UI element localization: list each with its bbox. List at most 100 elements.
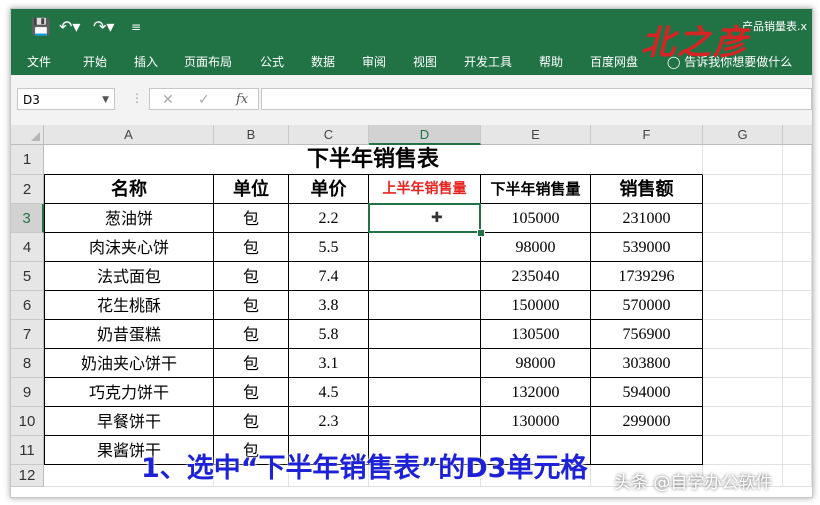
cell-h11[interactable]	[783, 436, 812, 465]
data-cell-b7[interactable]: 包	[214, 320, 289, 349]
data-cell-f5[interactable]: 1739296	[591, 262, 703, 291]
enter-icon[interactable]: ✓	[198, 89, 210, 111]
data-cell-b10[interactable]: 包	[214, 407, 289, 436]
data-cell-c5[interactable]: 7.4	[289, 262, 369, 291]
tab-page-layout[interactable]: 页面布局	[184, 53, 232, 70]
tab-insert[interactable]: 插入	[134, 53, 158, 70]
data-cell-f7[interactable]: 756900	[591, 320, 703, 349]
data-cell-d4[interactable]	[369, 233, 481, 262]
column-header-h[interactable]	[783, 125, 812, 145]
cell-h5[interactable]	[783, 262, 812, 291]
cell-g2[interactable]	[703, 175, 783, 204]
data-cell-c10[interactable]: 2.3	[289, 407, 369, 436]
cell-h8[interactable]	[783, 349, 812, 378]
cell-g9[interactable]	[703, 378, 783, 407]
data-cell-a8[interactable]: 奶油夹心饼干	[44, 349, 214, 378]
data-cell-f9[interactable]: 594000	[591, 378, 703, 407]
header-cell-b[interactable]: 单位	[214, 175, 289, 204]
chevron-down-icon[interactable]: ▼	[102, 89, 109, 111]
tab-baidu-netdisk[interactable]: 百度网盘	[590, 53, 638, 70]
tab-developer[interactable]: 开发工具	[464, 53, 512, 70]
column-header-g[interactable]: G	[703, 125, 783, 145]
cell-h7[interactable]	[783, 320, 812, 349]
cell-h6[interactable]	[783, 291, 812, 320]
cell-row12-7[interactable]	[783, 465, 812, 487]
fill-handle[interactable]	[477, 229, 485, 237]
redo-icon[interactable]: ↷▾	[93, 18, 114, 36]
data-cell-c4[interactable]: 5.5	[289, 233, 369, 262]
tab-view[interactable]: 视图	[413, 53, 437, 70]
data-cell-d7[interactable]	[369, 320, 481, 349]
data-cell-b3[interactable]: 包	[214, 204, 289, 233]
data-cell-e5[interactable]: 235040	[481, 262, 591, 291]
cell-g3[interactable]	[703, 204, 783, 233]
data-cell-a5[interactable]: 法式面包	[44, 262, 214, 291]
data-cell-b5[interactable]: 包	[214, 262, 289, 291]
row-header-9[interactable]: 9	[11, 378, 44, 407]
column-header-a[interactable]: A	[44, 125, 214, 145]
column-header-e[interactable]: E	[481, 125, 591, 145]
tab-review[interactable]: 审阅	[362, 53, 386, 70]
row-header-1[interactable]: 1	[11, 145, 44, 175]
data-cell-a6[interactable]: 花生桃酥	[44, 291, 214, 320]
cell-h3[interactable]	[783, 204, 812, 233]
data-cell-b4[interactable]: 包	[214, 233, 289, 262]
cell-g1[interactable]	[703, 145, 783, 175]
tab-help[interactable]: 帮助	[539, 53, 563, 70]
data-cell-e3[interactable]: 105000	[481, 204, 591, 233]
data-cell-f6[interactable]: 570000	[591, 291, 703, 320]
data-cell-a9[interactable]: 巧克力饼干	[44, 378, 214, 407]
cell-h10[interactable]	[783, 407, 812, 436]
data-cell-c7[interactable]: 5.8	[289, 320, 369, 349]
row-header-11[interactable]: 11	[11, 436, 44, 465]
header-cell-f[interactable]: 销售额	[591, 175, 703, 204]
cell-h2[interactable]	[783, 175, 812, 204]
data-cell-e6[interactable]: 150000	[481, 291, 591, 320]
save-icon[interactable]: 💾	[31, 18, 51, 36]
data-cell-f4[interactable]: 539000	[591, 233, 703, 262]
data-cell-b9[interactable]: 包	[214, 378, 289, 407]
data-cell-d10[interactable]	[369, 407, 481, 436]
row-header-8[interactable]: 8	[11, 349, 44, 378]
header-cell-c[interactable]: 单价	[289, 175, 369, 204]
row-header-3[interactable]: 3	[11, 204, 44, 233]
header-cell-e[interactable]: 下半年销售量	[481, 175, 591, 204]
column-header-c[interactable]: C	[289, 125, 369, 145]
customize-icon[interactable]: ≡	[131, 18, 141, 36]
data-cell-b8[interactable]: 包	[214, 349, 289, 378]
data-cell-a7[interactable]: 奶昔蛋糕	[44, 320, 214, 349]
data-cell-d8[interactable]	[369, 349, 481, 378]
cell-h4[interactable]	[783, 233, 812, 262]
data-cell-f10[interactable]: 299000	[591, 407, 703, 436]
row-header-12[interactable]: 12	[11, 465, 44, 487]
cell-g11[interactable]	[703, 436, 783, 465]
tab-data[interactable]: 数据	[311, 53, 335, 70]
cell-g10[interactable]	[703, 407, 783, 436]
data-cell-c9[interactable]: 4.5	[289, 378, 369, 407]
formula-input[interactable]	[261, 88, 812, 110]
data-cell-d6[interactable]	[369, 291, 481, 320]
header-cell-d[interactable]: 上半年销售量	[369, 175, 481, 204]
cell-g6[interactable]	[703, 291, 783, 320]
selected-cell-d3[interactable]	[368, 203, 481, 233]
data-cell-e10[interactable]: 130000	[481, 407, 591, 436]
data-cell-e8[interactable]: 98000	[481, 349, 591, 378]
name-box[interactable]: D3 ▼	[17, 88, 115, 110]
column-header-b[interactable]: B	[214, 125, 289, 145]
data-cell-e7[interactable]: 130500	[481, 320, 591, 349]
data-cell-e9[interactable]: 132000	[481, 378, 591, 407]
data-cell-a3[interactable]: 葱油饼	[44, 204, 214, 233]
tab-home[interactable]: 开始	[83, 53, 107, 70]
row-header-4[interactable]: 4	[11, 233, 44, 262]
column-header-f[interactable]: F	[591, 125, 703, 145]
data-cell-f3[interactable]: 231000	[591, 204, 703, 233]
select-all-button[interactable]	[11, 125, 44, 145]
header-cell-a[interactable]: 名称	[44, 175, 214, 204]
row-header-10[interactable]: 10	[11, 407, 44, 436]
row-header-2[interactable]: 2	[11, 175, 44, 204]
cell-h9[interactable]	[783, 378, 812, 407]
cell-g4[interactable]	[703, 233, 783, 262]
data-cell-f11[interactable]	[591, 436, 703, 465]
data-cell-d5[interactable]	[369, 262, 481, 291]
cell-g7[interactable]	[703, 320, 783, 349]
